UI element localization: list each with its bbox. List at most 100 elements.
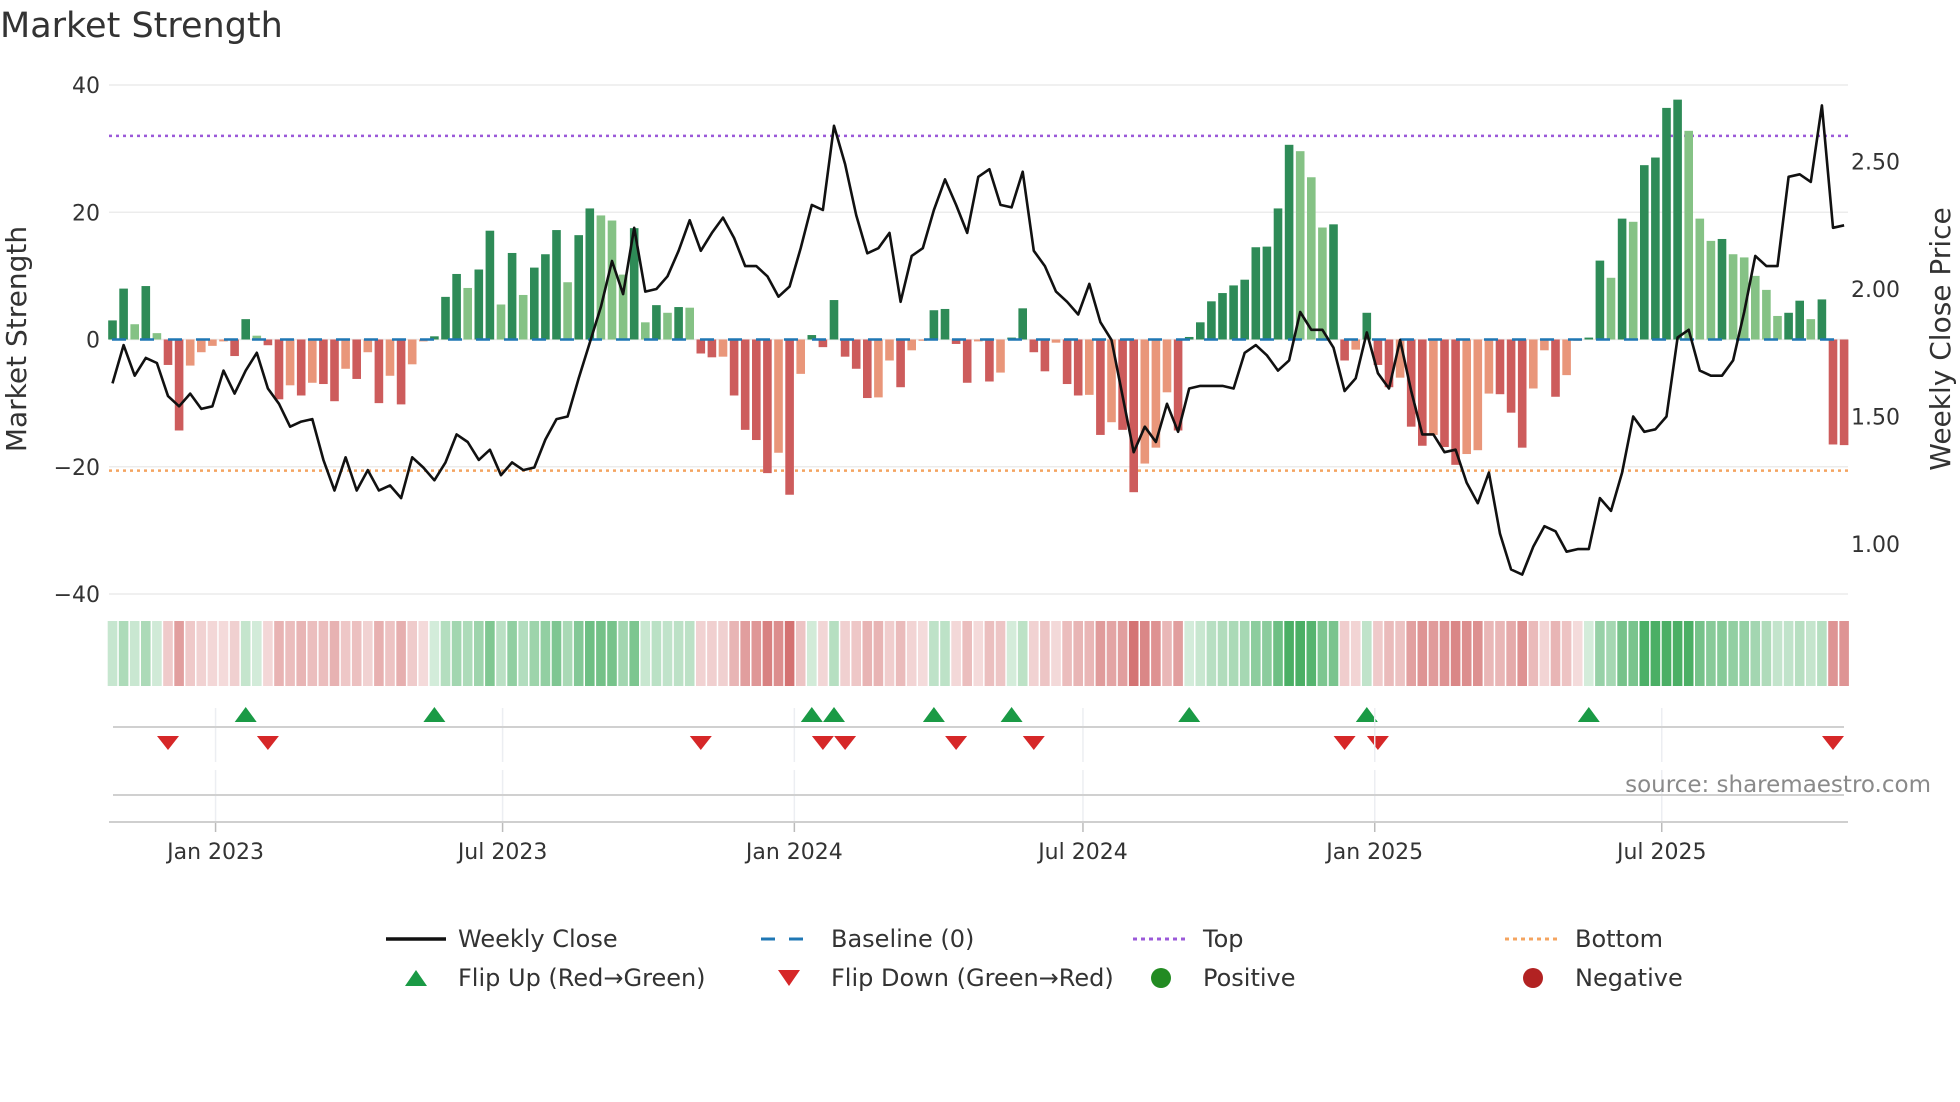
- legend-item-weekly-close[interactable]: Weekly Close: [386, 922, 618, 956]
- strength-bar: [763, 339, 772, 474]
- strip-cell: [1628, 621, 1638, 686]
- strength-bar: [1273, 208, 1283, 340]
- strip-cell: [1828, 621, 1838, 686]
- strength-bar: [874, 339, 883, 398]
- strip-cell: [496, 621, 506, 686]
- triangle-up-icon: [386, 961, 446, 995]
- strength-bar: [396, 339, 406, 405]
- strength-bar: [319, 339, 328, 385]
- strength-bar: [1440, 339, 1449, 448]
- strip-cell: [718, 621, 728, 686]
- strength-bar: [1529, 339, 1538, 389]
- strip-cell: [995, 621, 1006, 686]
- strip-cell: [1373, 621, 1383, 686]
- strength-bar: [1640, 165, 1649, 340]
- strength-bar: [285, 339, 295, 386]
- strength-bar: [407, 339, 417, 365]
- legend-item-flip-up[interactable]: Flip Up (Red→Green): [386, 961, 706, 995]
- strip-cell: [174, 621, 184, 686]
- strength-bar: [1595, 260, 1605, 340]
- strip-cell: [629, 621, 639, 686]
- strip-cell: [1151, 621, 1161, 686]
- right-axis-ticks: 2.50 2.00 1.50 1.00: [1851, 151, 1900, 559]
- strength-bar: [230, 339, 239, 357]
- strip-cell: [929, 621, 939, 686]
- strength-bar: [729, 339, 739, 396]
- strip-cell: [1650, 621, 1661, 686]
- strip-cell: [1606, 621, 1616, 686]
- strip-cell: [485, 621, 495, 686]
- strength-bar: [552, 230, 561, 340]
- strength-bar: [1773, 315, 1782, 340]
- strip-cell: [1095, 621, 1106, 686]
- y-tick-label: 20: [72, 201, 100, 226]
- strip-cell: [218, 621, 229, 686]
- strength-bar: [1717, 238, 1727, 340]
- strip-cell: [651, 621, 662, 686]
- strip-cell: [673, 621, 684, 686]
- flip-up-marker: [1577, 707, 1600, 722]
- legend-item-bottom[interactable]: Bottom: [1503, 922, 1663, 956]
- legend-item-positive[interactable]: Positive: [1131, 961, 1296, 995]
- flip-up-marker: [800, 707, 823, 722]
- strip-cell: [551, 621, 562, 686]
- strength-bar: [1617, 218, 1627, 340]
- legend-item-negative[interactable]: Negative: [1503, 961, 1683, 995]
- strength-bar: [752, 339, 761, 441]
- x-tick-label: Jul 2023: [456, 840, 548, 865]
- strip-cell: [585, 621, 595, 686]
- x-axis: Jan 2023 Jul 2023 Jan 2024 Jul 2024 Jan 2025…: [109, 708, 1848, 865]
- strength-bar: [696, 339, 706, 354]
- strength-bar: [1762, 289, 1771, 340]
- legend-item-top[interactable]: Top: [1131, 922, 1244, 956]
- strip-cell: [1239, 621, 1250, 686]
- strip-cell: [118, 621, 129, 686]
- y2-tick-label: 2.50: [1851, 151, 1900, 176]
- strip-cell: [240, 621, 251, 686]
- strength-bar: [1140, 339, 1150, 464]
- flip-up-marker: [1178, 707, 1201, 722]
- legend-item-baseline[interactable]: Baseline (0): [759, 922, 974, 956]
- strength-bar: [1839, 339, 1849, 446]
- flip-down-marker: [689, 736, 712, 750]
- strength-bar: [541, 254, 550, 340]
- flip-down-marker: [1822, 736, 1844, 750]
- strength-bar: [1062, 339, 1072, 385]
- strip-cell: [1040, 621, 1050, 686]
- flip-down-marker: [157, 736, 179, 750]
- flip-down-marker: [1022, 736, 1045, 750]
- strength-bar: [241, 319, 250, 340]
- strength-bar: [1606, 277, 1616, 340]
- legend-item-flip-down[interactable]: Flip Down (Green→Red): [759, 961, 1114, 995]
- strength-bar: [907, 339, 916, 351]
- legend-label: Bottom: [1575, 925, 1664, 953]
- strength-bar: [1340, 339, 1349, 361]
- strip-cell: [451, 621, 462, 686]
- strip-cell: [540, 621, 551, 686]
- strip-cell: [918, 621, 928, 686]
- strength-bar: [441, 296, 450, 340]
- strength-bar: [929, 310, 939, 340]
- strip-cell: [1794, 621, 1805, 686]
- strength-bar: [1828, 339, 1838, 445]
- strip-cell: [1706, 621, 1716, 686]
- circle-red-icon: [1503, 961, 1563, 995]
- strength-bar: [674, 307, 683, 340]
- strip-cell: [318, 621, 329, 686]
- strength-bar: [774, 339, 783, 453]
- strength-bar: [108, 320, 117, 340]
- strip-cell: [1473, 621, 1483, 686]
- flip-down-marker: [945, 736, 968, 750]
- strength-bar: [119, 288, 128, 340]
- strength-bar: [1628, 221, 1638, 340]
- flip-up-marker: [234, 707, 257, 722]
- dotted-line-icon: [1131, 922, 1191, 956]
- strip-cell: [1173, 621, 1183, 686]
- market-strength-chart: 40 20 0 −20 −40 2.50 2.00 1.50 1.00 Market Stre…: [0, 74, 1957, 865]
- strength-bar: [652, 305, 661, 340]
- strip-cell: [141, 621, 151, 686]
- strength-bar: [607, 220, 617, 340]
- strip-cell: [1117, 621, 1128, 686]
- flip-down-marker: [256, 736, 279, 750]
- strip-cell: [1217, 621, 1228, 686]
